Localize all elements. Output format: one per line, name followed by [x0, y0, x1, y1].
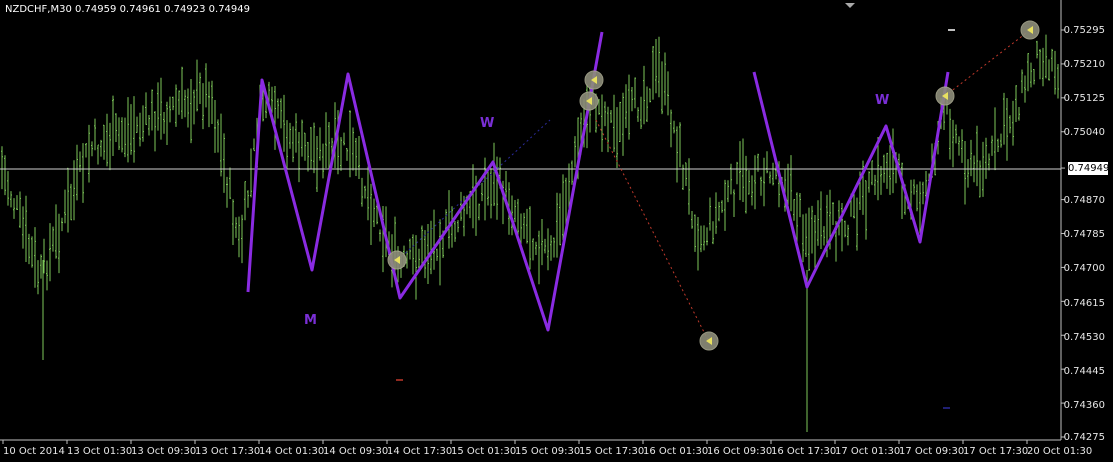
x-tick-label: 16 Oct 17:30	[771, 446, 837, 457]
symbol-header: NZDCHF,M30 0.74959 0.74961 0.74923 0.749…	[5, 4, 250, 15]
x-tick-label: 17 Oct 17:30	[963, 446, 1029, 457]
x-tick-label: 17 Oct 01:30	[835, 446, 901, 457]
x-tick-label: 17 Oct 09:30	[899, 446, 965, 457]
x-tick-label: 13 Oct 01:30	[67, 446, 133, 457]
zigzag-pattern-line	[752, 71, 950, 289]
x-tick-label: 13 Oct 09:30	[131, 446, 197, 457]
x-tick-label: 16 Oct 01:30	[643, 446, 709, 457]
low-value: 0.74923	[164, 4, 206, 15]
y-tick-label: 0.75210	[1063, 59, 1105, 70]
y-tick-label: 0.74615	[1063, 298, 1105, 309]
zigzag-pattern-line	[246, 31, 604, 332]
chart-shift-marker-icon[interactable]	[845, 3, 855, 8]
pattern-label-m: M	[304, 313, 317, 328]
symbol-name: NZDCHF,M30	[5, 4, 72, 15]
projection-line	[595, 119, 709, 341]
x-tick-label: 14 Oct 17:30	[387, 446, 453, 457]
pattern-label-w: W	[875, 93, 890, 108]
x-tick-label: 14 Oct 01:30	[259, 446, 325, 457]
y-tick-label: 0.74445	[1063, 366, 1105, 377]
chart-window[interactable]: NZDCHF,M30 0.74959 0.74961 0.74923 0.749…	[0, 0, 1113, 462]
y-tick-label: 0.74785	[1063, 229, 1105, 240]
current-price-tag: 0.74949	[1068, 162, 1110, 175]
y-tick-label: 0.75125	[1063, 93, 1105, 104]
y-tick-label: 0.75040	[1063, 127, 1105, 138]
y-tick-label: 0.74360	[1063, 400, 1105, 411]
x-tick-label: 16 Oct 09:30	[707, 446, 773, 457]
high-value: 0.74961	[119, 4, 161, 15]
y-tick-label: 0.74530	[1063, 332, 1105, 343]
projection-line	[944, 29, 1031, 97]
x-tick-label: 13 Oct 17:30	[195, 446, 261, 457]
close-value: 0.74949	[208, 4, 251, 15]
pattern-label-w: W	[480, 116, 495, 131]
x-tick-label: 15 Oct 17:30	[579, 446, 645, 457]
x-tick-label: 20 Oct 01:30	[1027, 446, 1093, 457]
x-tick-label: 10 Oct 2014	[3, 446, 65, 457]
y-tick-label: 0.74870	[1063, 195, 1105, 206]
open-value: 0.74959	[75, 4, 117, 15]
y-tick-label: 0.74700	[1063, 263, 1105, 274]
x-tick-label: 14 Oct 09:30	[323, 446, 389, 457]
x-tick-label: 15 Oct 01:30	[451, 446, 517, 457]
y-tick-label: 0.74275	[1063, 432, 1105, 443]
y-tick-label: 0.75295	[1063, 25, 1105, 36]
x-tick-label: 15 Oct 09:30	[515, 446, 581, 457]
price-chart[interactable]	[0, 0, 1113, 462]
